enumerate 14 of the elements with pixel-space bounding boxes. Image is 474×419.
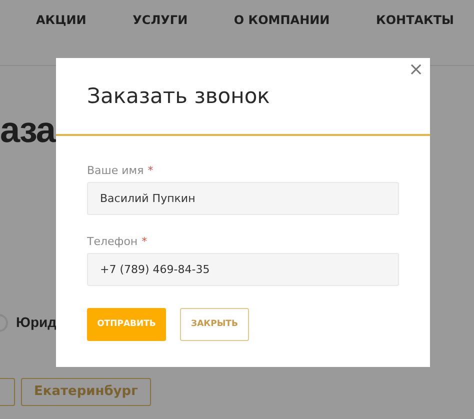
page-heading: аза: [0, 108, 55, 152]
close-button[interactable]: ×: [408, 60, 424, 80]
radio-label: Юрид: [16, 313, 56, 332]
required-mark: *: [142, 235, 148, 249]
input-field[interactable]: +7 (789) 469-84-35: [87, 253, 399, 286]
required-mark: *: [148, 164, 154, 178]
nav-link[interactable]: УСЛУГИ: [132, 12, 188, 28]
input-field[interactable]: Василий Пупкин: [87, 182, 399, 215]
modal-title: Заказать звонок: [87, 83, 270, 110]
nav-link[interactable]: АКЦИИ: [36, 12, 86, 28]
nav-link[interactable]: КОНТАКТЫ: [376, 12, 454, 28]
field-label: Телефон: [87, 235, 138, 249]
field-label: Ваше имя: [87, 164, 144, 178]
nav-link[interactable]: О КОМПАНИИ: [234, 12, 330, 28]
